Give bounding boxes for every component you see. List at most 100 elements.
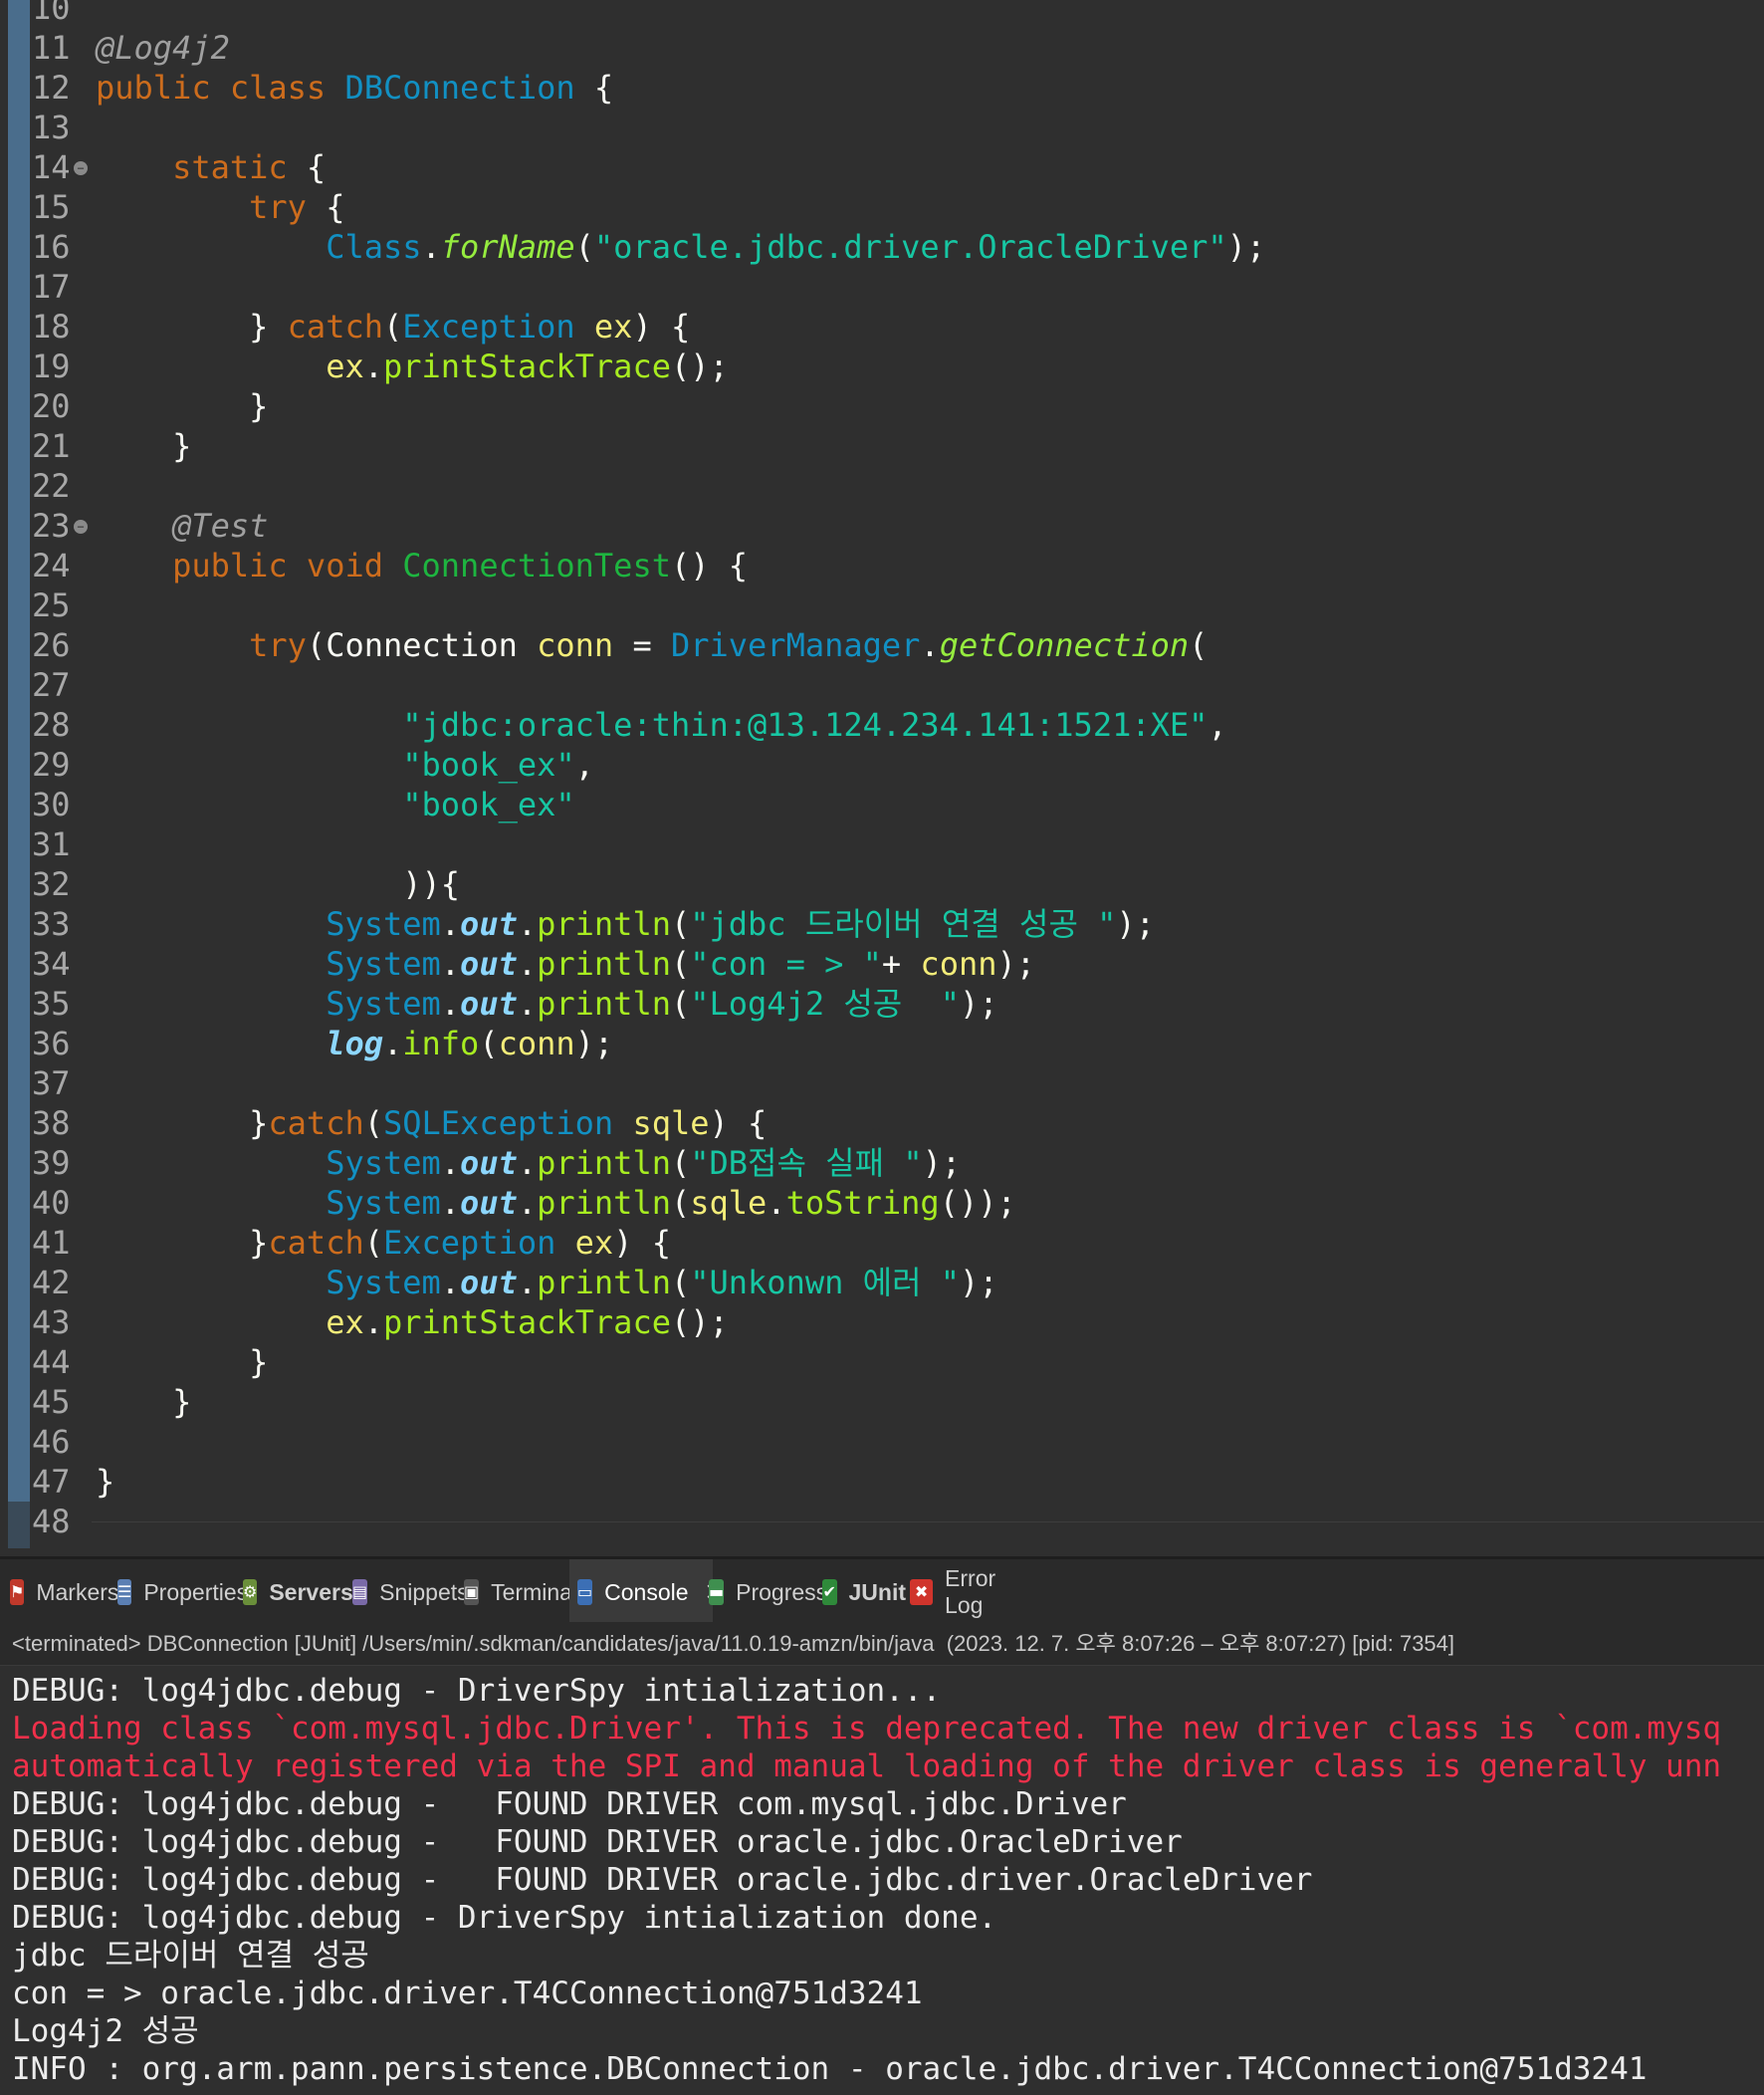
code-token: DriverManager <box>670 626 921 664</box>
code-line: 35 System.out.println("Log4j2 성공 "); <box>0 984 1764 1024</box>
code-token: . <box>440 905 461 943</box>
tab-junit[interactable]: ✔ JUnit <box>822 1559 906 1625</box>
line-number: 20 <box>32 387 71 425</box>
code-line: 28 "jdbc:oracle:thin:@13.124.234.141:152… <box>0 705 1764 745</box>
code-token: ( <box>670 945 691 983</box>
properties-icon: ☰ <box>117 1579 132 1605</box>
code-line: 44 } <box>0 1342 1764 1382</box>
code-token: out <box>460 905 518 943</box>
code-token: println <box>537 1144 671 1182</box>
code-token: out <box>460 985 518 1023</box>
code-token: Connection <box>326 626 518 664</box>
line-number: 30 <box>32 786 71 823</box>
code-line: 32 )){ <box>0 864 1764 904</box>
code-token: { <box>306 188 345 226</box>
tab-snippets[interactable]: ▤ Snippets <box>352 1559 469 1625</box>
code-token: . <box>440 945 461 983</box>
tab-label: Servers <box>269 1578 353 1605</box>
code-line: 14− static { <box>0 147 1764 187</box>
code-token: sqle <box>632 1104 710 1142</box>
code-token: public class <box>96 69 345 107</box>
code-token: ); <box>960 985 998 1023</box>
tab-label: Markers <box>36 1578 119 1605</box>
code-token: . <box>363 1303 383 1341</box>
tab-servers[interactable]: ⚙ Servers <box>243 1559 353 1625</box>
code-line: 34 System.out.println("con = > "+ conn); <box>0 944 1764 984</box>
code-line: 12 public class DBConnection { <box>0 68 1764 108</box>
code-token: ( <box>670 905 691 943</box>
fold-toggle-icon[interactable]: − <box>74 520 88 534</box>
editor-scrollbar-track[interactable] <box>92 1521 1764 1522</box>
tab-label: Error Log <box>945 1565 996 1618</box>
code-token: try <box>249 626 307 664</box>
code-token: ); <box>1226 228 1266 266</box>
code-line: 30 "book_ex" <box>0 785 1764 824</box>
markers-icon: ⚑ <box>10 1579 25 1605</box>
tab-error-log[interactable]: ✖ Error Log <box>910 1559 1029 1625</box>
code-editor[interactable]: 10 11 @Log4j2 12 public class DBConnection {… <box>0 0 1764 1548</box>
line-number: 10 <box>32 0 71 27</box>
tab-progress[interactable]: ▬ Progress <box>709 1559 827 1625</box>
line-number: 17 <box>32 268 71 306</box>
console-error-line: automatically registered via the SPI and… <box>12 1748 1722 1784</box>
line-number: 31 <box>32 825 71 863</box>
line-number: 38 <box>32 1104 71 1142</box>
tab-terminal[interactable]: ▣ Terminal <box>464 1559 577 1625</box>
line-number: 25 <box>32 586 71 624</box>
code-token: ); <box>960 1264 998 1301</box>
line-number: 16 <box>32 228 71 266</box>
line-number: 13 <box>32 109 71 146</box>
code-line: 38 }catch(SQLException sqle) { <box>0 1103 1764 1143</box>
tab-label: Progress <box>736 1578 828 1605</box>
tab-properties[interactable]: ☰ Properties <box>117 1559 248 1625</box>
code-token: () { <box>670 547 749 584</box>
code-text: public class DBConnection { <box>96 68 613 108</box>
code-line: 36 log.info(conn); <box>0 1024 1764 1063</box>
code-line: 27 <box>0 665 1764 705</box>
code-text: System.out.println("Log4j2 성공 "); <box>96 984 998 1024</box>
code-text: Class.forName("oracle.jdbc.driver.Oracle… <box>96 227 1265 267</box>
line-number: 33 <box>32 905 71 943</box>
tab-markers[interactable]: ⚑ Markers <box>10 1559 118 1625</box>
code-line: 40 System.out.println(sqle.toString()); <box>0 1183 1764 1223</box>
code-token: static <box>172 148 288 186</box>
code-token: try <box>249 188 307 226</box>
code-token: System <box>326 1184 441 1222</box>
code-token: println <box>537 945 671 983</box>
code-token: public void <box>172 547 403 584</box>
code-token: info <box>402 1025 480 1062</box>
code-text: "book_ex", <box>96 745 594 785</box>
code-token: conn <box>537 626 614 664</box>
code-line: 24 public void ConnectionTest() { <box>0 546 1764 585</box>
junit-icon: ✔ <box>822 1579 837 1605</box>
code-token: } <box>96 1383 192 1421</box>
code-token: ex <box>574 1224 614 1262</box>
code-line: 39 System.out.println("DB접속 실패 "); <box>0 1143 1764 1183</box>
code-token: conn <box>498 1025 575 1062</box>
code-text: } <box>96 1382 191 1422</box>
console-line: DEBUG: log4jdbc.debug - DriverSpy intial… <box>12 1673 942 1709</box>
code-token: ) { <box>632 308 691 346</box>
code-token: System <box>326 905 441 943</box>
code-token: . <box>440 985 461 1023</box>
code-token: ex <box>326 348 364 385</box>
code-token: ( <box>670 1184 691 1222</box>
tab-label: Terminal <box>491 1578 578 1605</box>
line-number: 42 <box>32 1264 71 1301</box>
snippets-icon: ▤ <box>352 1579 368 1605</box>
code-token: . <box>363 348 383 385</box>
console-output[interactable]: DEBUG: log4jdbc.debug - DriverSpy intial… <box>0 1666 1764 2095</box>
code-line: 29 "book_ex", <box>0 745 1764 785</box>
code-token: } <box>96 427 192 465</box>
tab-console[interactable]: ▭Console✕ <box>569 1559 725 1625</box>
code-token: conn <box>920 945 997 983</box>
fold-toggle-icon[interactable]: − <box>74 161 88 175</box>
console-status-line: <terminated> DBConnection [JUnit] /Users… <box>0 1622 1764 1666</box>
line-number: 21 <box>32 427 71 465</box>
code-token: ( <box>479 1025 499 1062</box>
code-line: 25 <box>0 585 1764 625</box>
